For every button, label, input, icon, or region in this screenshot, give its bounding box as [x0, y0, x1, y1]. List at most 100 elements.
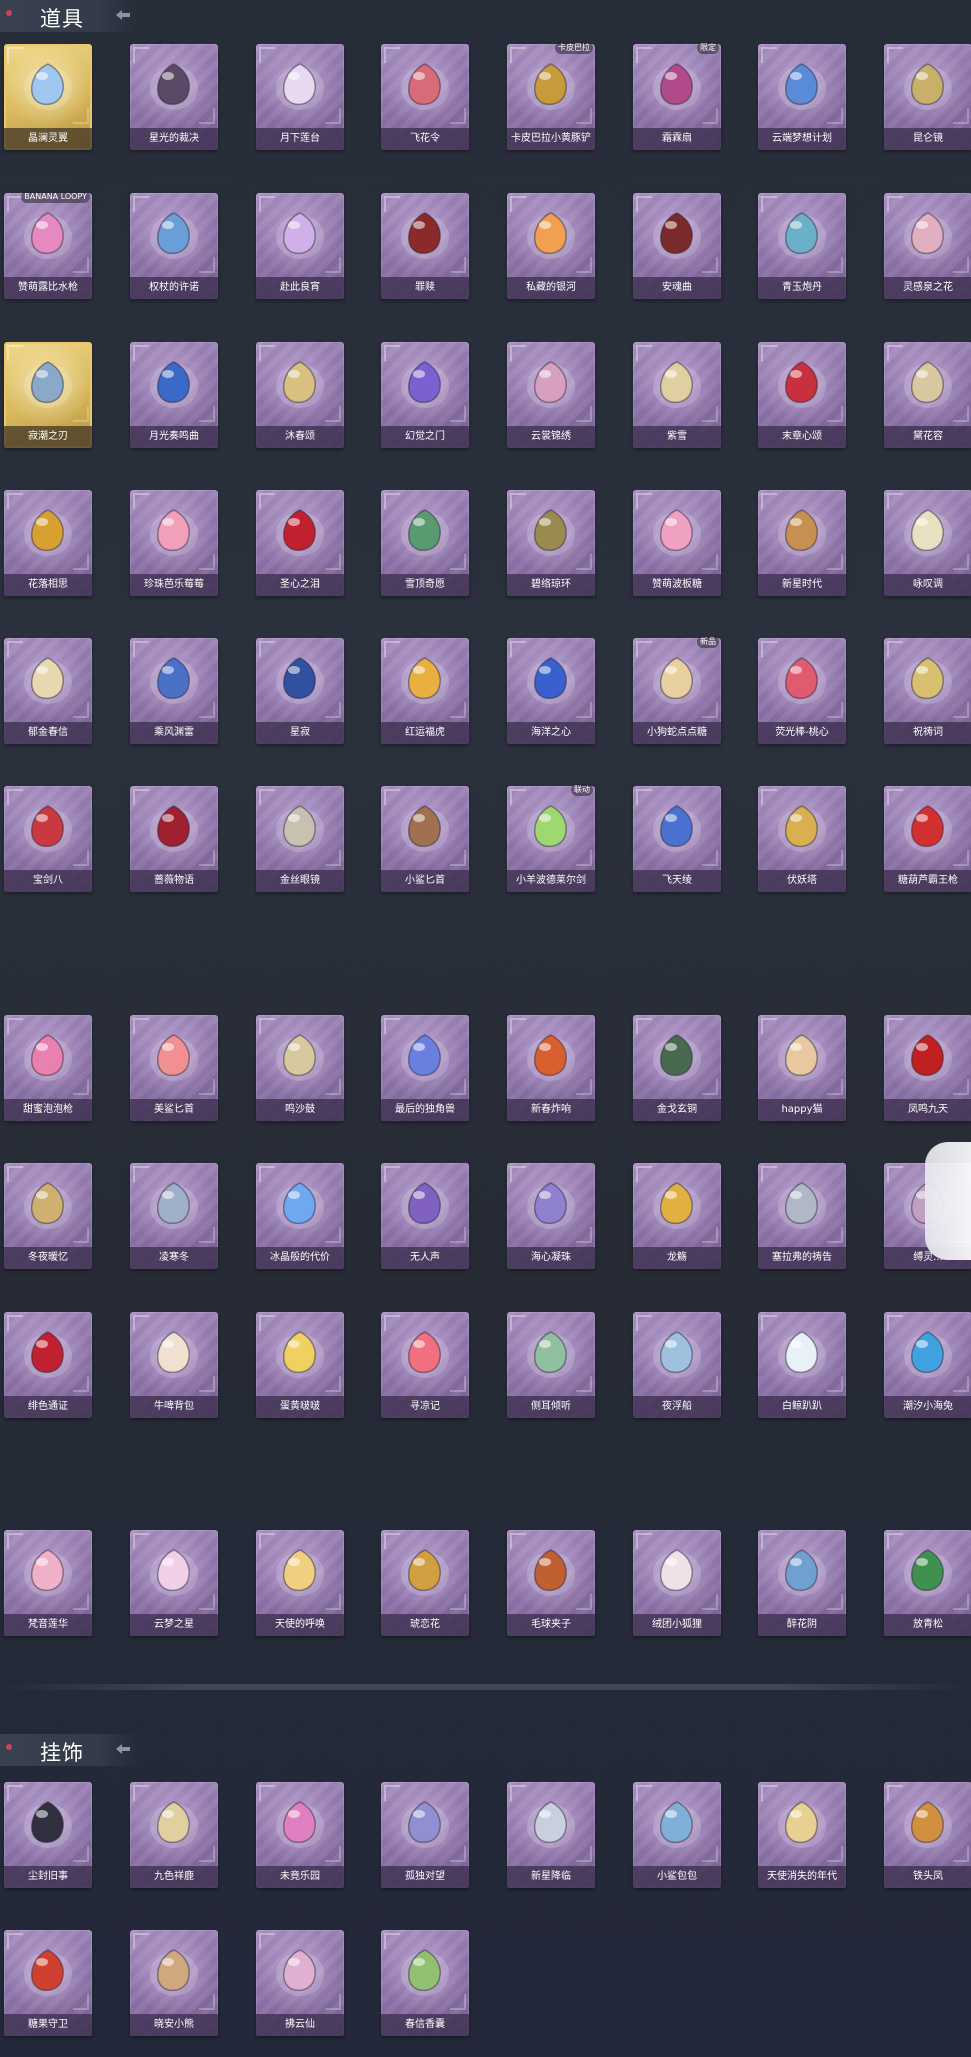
prop-card[interactable]: 海洋之心	[507, 638, 595, 744]
prop-item[interactable]: 新星时代	[758, 490, 848, 608]
prop-card[interactable]: 梵音莲华	[4, 1530, 92, 1636]
pendant-item[interactable]: 晓安小熊	[130, 1930, 220, 2048]
prop-item[interactable]: 云梦之星	[130, 1530, 220, 1648]
prop-card[interactable]: 醉花阴	[758, 1530, 846, 1636]
prop-card[interactable]: 幻觉之门	[381, 342, 469, 448]
prop-card[interactable]: 青玉炮丹	[758, 193, 846, 299]
prop-card[interactable]: 碧络琼环	[507, 490, 595, 596]
prop-item[interactable]: 金戈玄铜	[633, 1015, 723, 1133]
prop-card[interactable]: 绯色通证	[4, 1312, 92, 1418]
prop-item[interactable]: 罪赎	[381, 193, 471, 311]
prop-card[interactable]: 飞天绫	[633, 786, 721, 892]
pendant-item[interactable]: 孤独对望	[381, 1782, 471, 1900]
prop-item[interactable]: 琥恋花	[381, 1530, 471, 1648]
pendant-card[interactable]: 尘封旧事	[4, 1782, 92, 1888]
prop-card[interactable]: 云梦之星	[130, 1530, 218, 1636]
prop-item[interactable]: 龙觞	[633, 1163, 723, 1281]
prop-item[interactable]: 冬夜暖忆	[4, 1163, 94, 1281]
prop-card[interactable]: 限定 霜霖扇	[633, 42, 721, 150]
prop-item[interactable]: 祝祷词	[884, 638, 971, 756]
prop-item[interactable]: 醉花阴	[758, 1530, 848, 1648]
prop-item[interactable]: 沐春颂	[256, 342, 346, 460]
prop-card[interactable]: 凤鸣九天	[884, 1015, 971, 1121]
prop-item[interactable]: 天使的呼唤	[256, 1530, 346, 1648]
pendant-item[interactable]: 未竟乐园	[256, 1782, 346, 1900]
prop-card[interactable]: 安魂曲	[633, 193, 721, 299]
prop-card[interactable]: 鸣沙鼓	[256, 1015, 344, 1121]
prop-item[interactable]: 鸣沙鼓	[256, 1015, 346, 1133]
prop-item[interactable]: 青玉炮丹	[758, 193, 848, 311]
prop-item[interactable]: 海心凝珠	[507, 1163, 597, 1281]
prop-card[interactable]: 寂潮之刃	[4, 342, 92, 448]
prop-card[interactable]: 白鲸趴趴	[758, 1312, 846, 1418]
prop-card[interactable]: 云裳锦绣	[507, 342, 595, 448]
prop-card[interactable]: 乘风渊雷	[130, 638, 218, 744]
prop-item[interactable]: 联动 小羊波德莱尔剑	[507, 784, 597, 904]
pendant-item[interactable]: 小鲨包包	[633, 1782, 723, 1900]
prop-item[interactable]: 圣心之泪	[256, 490, 346, 608]
prop-item[interactable]: 飞天绫	[633, 786, 723, 904]
prop-item[interactable]: 绯色通证	[4, 1312, 94, 1430]
prop-item[interactable]: 碧络琼环	[507, 490, 597, 608]
prop-card[interactable]: 龙觞	[633, 1163, 721, 1269]
prop-item[interactable]: 甜蜜泡泡枪	[4, 1015, 94, 1133]
pendant-card[interactable]: 九色祥鹿	[130, 1782, 218, 1888]
prop-item[interactable]: 咏叹调	[884, 490, 971, 608]
pendant-card[interactable]: 拂云仙	[256, 1930, 344, 2036]
prop-card[interactable]: 星光的裁决	[130, 44, 218, 150]
pendant-item[interactable]: 尘封旧事	[4, 1782, 94, 1900]
prop-card[interactable]: happy猫	[758, 1015, 846, 1121]
prop-item[interactable]: 飞花令	[381, 44, 471, 162]
prop-card[interactable]: 放青松	[884, 1530, 971, 1636]
prop-item[interactable]: 灵感泉之花	[884, 193, 971, 311]
prop-card[interactable]: 雪顶奇愿	[381, 490, 469, 596]
prop-card[interactable]: 塞拉弗的祷告	[758, 1163, 846, 1269]
prop-item[interactable]: 末章心颂	[758, 342, 848, 460]
prop-card[interactable]: 牛啤背包	[130, 1312, 218, 1418]
pendant-item[interactable]: 拂云仙	[256, 1930, 346, 2048]
prop-card[interactable]: 灵感泉之花	[884, 193, 971, 299]
prop-card[interactable]: 寻凉记	[381, 1312, 469, 1418]
prop-item[interactable]: 金丝眼镜	[256, 786, 346, 904]
prop-card[interactable]: 天使的呼唤	[256, 1530, 344, 1636]
prop-item[interactable]: 牛啤背包	[130, 1312, 220, 1430]
pendant-item[interactable]: 铁头凤	[884, 1782, 971, 1900]
prop-card[interactable]: 云端梦想计划	[758, 44, 846, 150]
prop-card[interactable]: 海心凝珠	[507, 1163, 595, 1269]
prop-item[interactable]: 侧耳倾听	[507, 1312, 597, 1430]
prop-card[interactable]: 私藏的银河	[507, 193, 595, 299]
prop-item[interactable]: 星光的裁决	[130, 44, 220, 162]
prop-card[interactable]: 咏叹调	[884, 490, 971, 596]
prop-item[interactable]: 白鲸趴趴	[758, 1312, 848, 1430]
prop-item[interactable]: 荧光棒-桃心	[758, 638, 848, 756]
prop-item[interactable]: BANANA LOOPY 赞萌露比水枪	[4, 191, 94, 311]
pendant-item[interactable]: 糖果守卫	[4, 1930, 94, 2048]
pendant-card[interactable]: 铁头凤	[884, 1782, 971, 1888]
prop-card[interactable]: 星寂	[256, 638, 344, 744]
prop-card[interactable]: 美鲨匕首	[130, 1015, 218, 1121]
prop-card[interactable]: 毛球夹子	[507, 1530, 595, 1636]
prop-item[interactable]: 红运福虎	[381, 638, 471, 756]
prop-item[interactable]: 雪顶奇愿	[381, 490, 471, 608]
pendant-card[interactable]: 新星降临	[507, 1782, 595, 1888]
prop-item[interactable]: 梵音莲华	[4, 1530, 94, 1648]
prop-item[interactable]: 塞拉弗的祷告	[758, 1163, 848, 1281]
pendant-card[interactable]: 晓安小熊	[130, 1930, 218, 2036]
prop-item[interactable]: 紫雪	[633, 342, 723, 460]
prop-card[interactable]: 绒团小狐狸	[633, 1530, 721, 1636]
prop-item[interactable]: 新品 小狗蛇点点糖	[633, 636, 723, 756]
prop-item[interactable]: 安魂曲	[633, 193, 723, 311]
prop-item[interactable]: happy猫	[758, 1015, 848, 1133]
prop-card[interactable]: 郁金春信	[4, 638, 92, 744]
prop-card[interactable]: 蔷薇物语	[130, 786, 218, 892]
prop-item[interactable]: 乘风渊雷	[130, 638, 220, 756]
prop-item[interactable]: 晶澜灵翼	[4, 44, 94, 162]
prop-item[interactable]: 新春炸响	[507, 1015, 597, 1133]
prop-item[interactable]: 凌寒冬	[130, 1163, 220, 1281]
prop-card[interactable]: 罪赎	[381, 193, 469, 299]
prop-card[interactable]: 祝祷词	[884, 638, 971, 744]
prop-card[interactable]: 圣心之泪	[256, 490, 344, 596]
pendant-card[interactable]: 春信香囊	[381, 1930, 469, 2036]
prop-card[interactable]: BANANA LOOPY 赞萌露比水枪	[4, 191, 92, 299]
prop-item[interactable]: 毛球夹子	[507, 1530, 597, 1648]
